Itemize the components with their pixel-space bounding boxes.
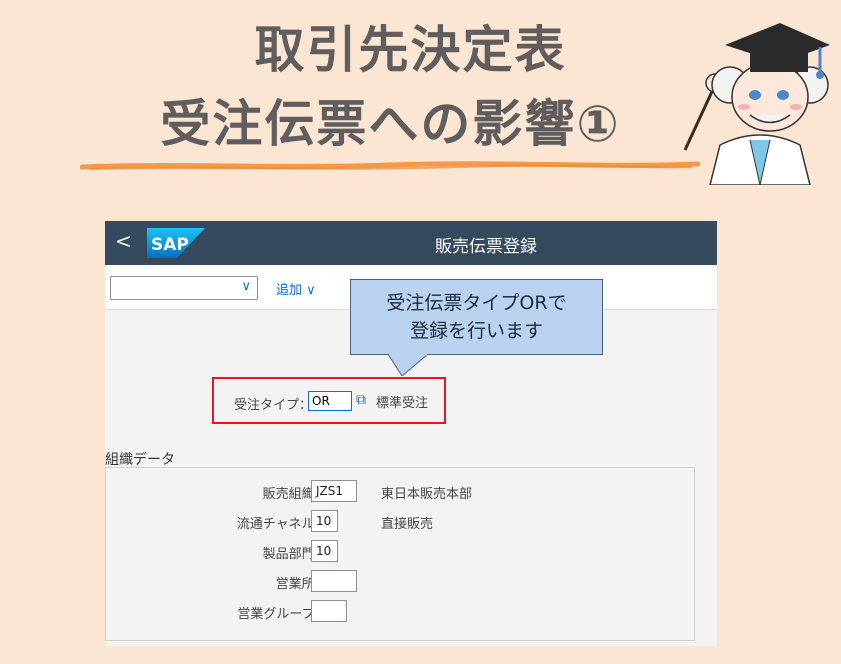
professor-mascot-illustration: [683, 23, 830, 185]
variant-select[interactable]: ∨: [110, 276, 258, 300]
order-type-label: 受注タイプ：*: [234, 394, 319, 413]
sales-org-input[interactable]: JZS1: [311, 480, 357, 502]
add-menu-button[interactable]: 追加 ∨: [276, 279, 316, 298]
brush-underline: [80, 161, 700, 170]
callout-line1: 受注伝票タイプORで: [386, 292, 567, 314]
division-input[interactable]: 10: [311, 540, 338, 562]
org-data-panel: 販売組織: JZS1 東日本販売本部 流通チャネル: 10 直接販売 製品部門:…: [105, 467, 695, 641]
order-type-highlight: 受注タイプ：* OR ⧉ 標準受注: [212, 377, 446, 424]
org-data-section-title: 組織データ: [105, 452, 175, 468]
app-title: 販売伝票登録: [435, 237, 537, 257]
order-type-input[interactable]: OR: [308, 391, 352, 411]
sap-window: < SAP 販売伝票登録 ∨ 追加 ∨ 受注伝票タイプORで 登録を行います 受…: [105, 221, 717, 646]
sales-office-label: 営業所:: [275, 577, 319, 592]
shell-bar: < SAP 販売伝票登録: [105, 221, 717, 265]
value-help-icon[interactable]: ⧉: [356, 392, 366, 408]
division-label: 製品部門:: [262, 547, 319, 562]
order-type-description: 標準受注: [376, 396, 429, 411]
sales-group-label: 営業グループ:: [237, 607, 319, 622]
dist-channel-description: 直接販売: [381, 517, 434, 532]
dist-channel-input[interactable]: 10: [311, 510, 338, 532]
callout-bubble: 受注伝票タイプORで 登録を行います: [350, 279, 603, 355]
sales-group-input[interactable]: [311, 600, 347, 622]
chevron-down-icon: ∨: [241, 279, 251, 294]
sales-org-label: 販売組織:: [262, 487, 319, 502]
dist-channel-label: 流通チャネル:: [236, 517, 319, 532]
sales-office-input[interactable]: [311, 570, 357, 592]
callout-tail: [388, 354, 428, 376]
sales-org-description: 東日本販売本部: [381, 487, 473, 502]
callout-line2: 登録を行います: [409, 320, 543, 342]
